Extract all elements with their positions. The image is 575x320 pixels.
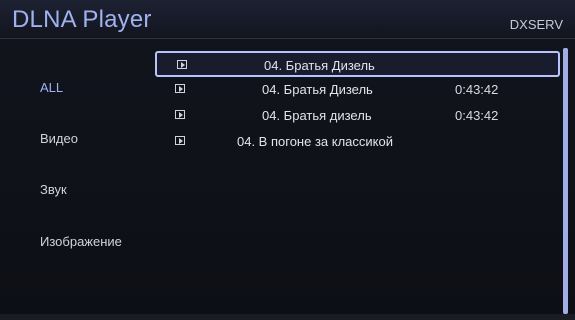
file-title: 04. Братья Дизель [264,58,375,73]
header: DLNA Player DXSERV [0,0,575,44]
header-divider [0,38,575,39]
play-file-icon [175,110,185,119]
play-file-icon [177,60,187,69]
server-name: DXSERV [509,17,563,32]
list-item[interactable]: 04. Братья дизель 0:43:42 [155,103,560,129]
file-title: 04. В погоне за классикой [237,134,393,149]
file-title: 04. Братья Дизель [262,82,373,97]
file-duration: 0:43:42 [455,108,499,123]
file-list: 04. Братья Дизель 04. Братья Дизель 0:43… [155,48,560,314]
dlna-player-screen: DLNA Player DXSERV ALL Видео Звук Изобра… [0,0,575,320]
play-file-icon [175,136,185,145]
sidebar-item-audio[interactable]: Звук [40,182,67,197]
sidebar: ALL Видео Звук Изображение [0,44,155,314]
scrollbar[interactable] [563,48,568,314]
app-title: DLNA Player [12,6,152,33]
sidebar-item-video[interactable]: Видео [40,131,78,146]
list-item[interactable]: 04. Братья Дизель 0:43:42 [155,77,560,103]
file-title: 04. Братья дизель [262,108,372,123]
sidebar-item-all[interactable]: ALL [40,80,63,95]
bottom-bar [0,314,575,320]
file-duration: 0:43:42 [455,82,499,97]
scrollbar-thumb[interactable] [563,48,568,314]
list-item[interactable]: 04. В погоне за классикой [155,129,560,155]
sidebar-item-image[interactable]: Изображение [40,234,122,249]
play-file-icon [175,84,185,93]
list-item[interactable]: 04. Братья Дизель [155,51,560,77]
